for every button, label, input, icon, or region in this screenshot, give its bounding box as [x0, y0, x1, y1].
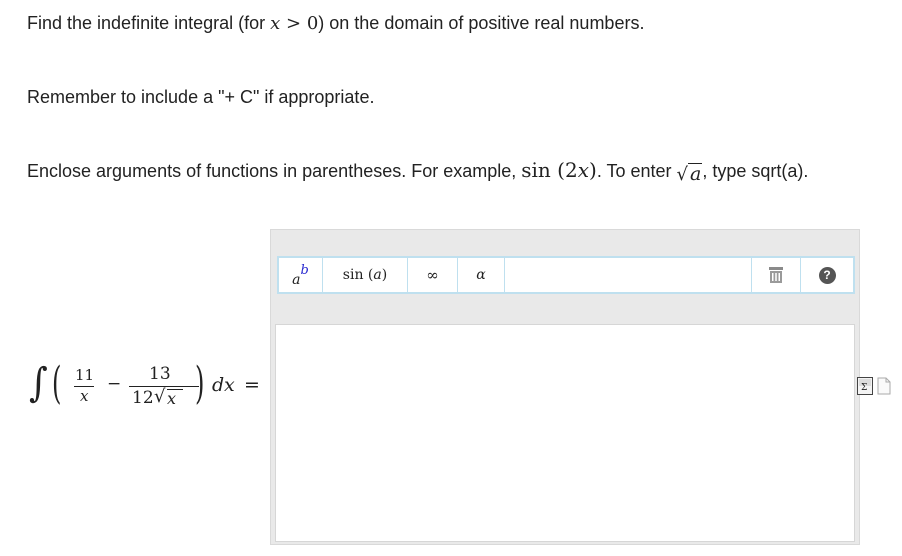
- instruction-domain: Find the indefinite integral (for x > 0)…: [27, 13, 644, 34]
- equals-sign: =: [244, 374, 260, 396]
- math-paren: ): [589, 158, 597, 182]
- power-button[interactable]: ab: [279, 258, 323, 292]
- fraction-numerator: 11: [75, 366, 95, 384]
- integral-sign: ∫: [29, 360, 48, 406]
- power-exponent: b: [300, 262, 309, 278]
- help-button[interactable]: ?: [801, 258, 853, 292]
- differential-var: x: [224, 374, 235, 396]
- infinity-symbol: ∞: [426, 266, 439, 284]
- greek-button[interactable]: α: [458, 258, 505, 292]
- instruction-parentheses: Enclose arguments of functions in parent…: [27, 158, 808, 185]
- sin-arg: a: [373, 267, 382, 283]
- instruction-constant: Remember to include a "+ C" if appropria…: [27, 87, 375, 107]
- help-icon: ?: [818, 266, 836, 284]
- sqrt-example: √ a: [676, 163, 703, 185]
- sqrt-symbol: √: [154, 386, 166, 407]
- document-icon[interactable]: [877, 377, 891, 395]
- right-paren: ): [195, 358, 205, 409]
- side-tools: Σ: [857, 377, 897, 397]
- math-op: >: [280, 13, 307, 34]
- math-paren: (: [550, 158, 565, 182]
- minus-sign: −: [107, 374, 122, 394]
- fraction-numerator: 13: [149, 364, 171, 384]
- svg-text:Σ: Σ: [861, 383, 867, 393]
- instruction-text: Enclose arguments of functions in parent…: [27, 161, 522, 181]
- differential-d: d: [212, 374, 225, 396]
- sin-button[interactable]: sin (a): [323, 258, 408, 292]
- sin-label: sin: [342, 267, 364, 283]
- math-editor: ab sin (a) ∞ α ?: [270, 229, 860, 545]
- trash-icon: [769, 267, 783, 283]
- clear-button[interactable]: [751, 258, 801, 292]
- instruction-text: , type sqrt(a).: [702, 161, 809, 181]
- math-var: x: [270, 13, 281, 34]
- math-toolbar: ab sin (a) ∞ α ?: [277, 256, 855, 294]
- fraction-denominator: x: [80, 387, 89, 405]
- math-var: a: [688, 163, 703, 185]
- equation-editor-icon[interactable]: Σ: [857, 377, 873, 395]
- instruction-text: ) on the domain of positive real numbers…: [318, 13, 645, 33]
- answer-input[interactable]: [275, 324, 855, 542]
- alpha-symbol: α: [476, 267, 486, 283]
- infinity-button[interactable]: ∞: [408, 258, 458, 292]
- radicand: x: [167, 389, 183, 408]
- power-base: a: [292, 272, 301, 288]
- instruction-text: Find the indefinite integral (for: [27, 13, 271, 33]
- integral-expression: ∫ ( 11 x − 13 12 √ x ) d x =: [28, 358, 268, 420]
- math-var: x: [577, 158, 589, 182]
- instruction-text: . To enter: [596, 161, 677, 181]
- math-fn: sin: [521, 158, 551, 182]
- left-paren: (: [52, 358, 62, 409]
- math-num: 0: [306, 13, 319, 34]
- math-num: 2: [564, 158, 578, 182]
- fraction-denominator: 12: [132, 388, 154, 408]
